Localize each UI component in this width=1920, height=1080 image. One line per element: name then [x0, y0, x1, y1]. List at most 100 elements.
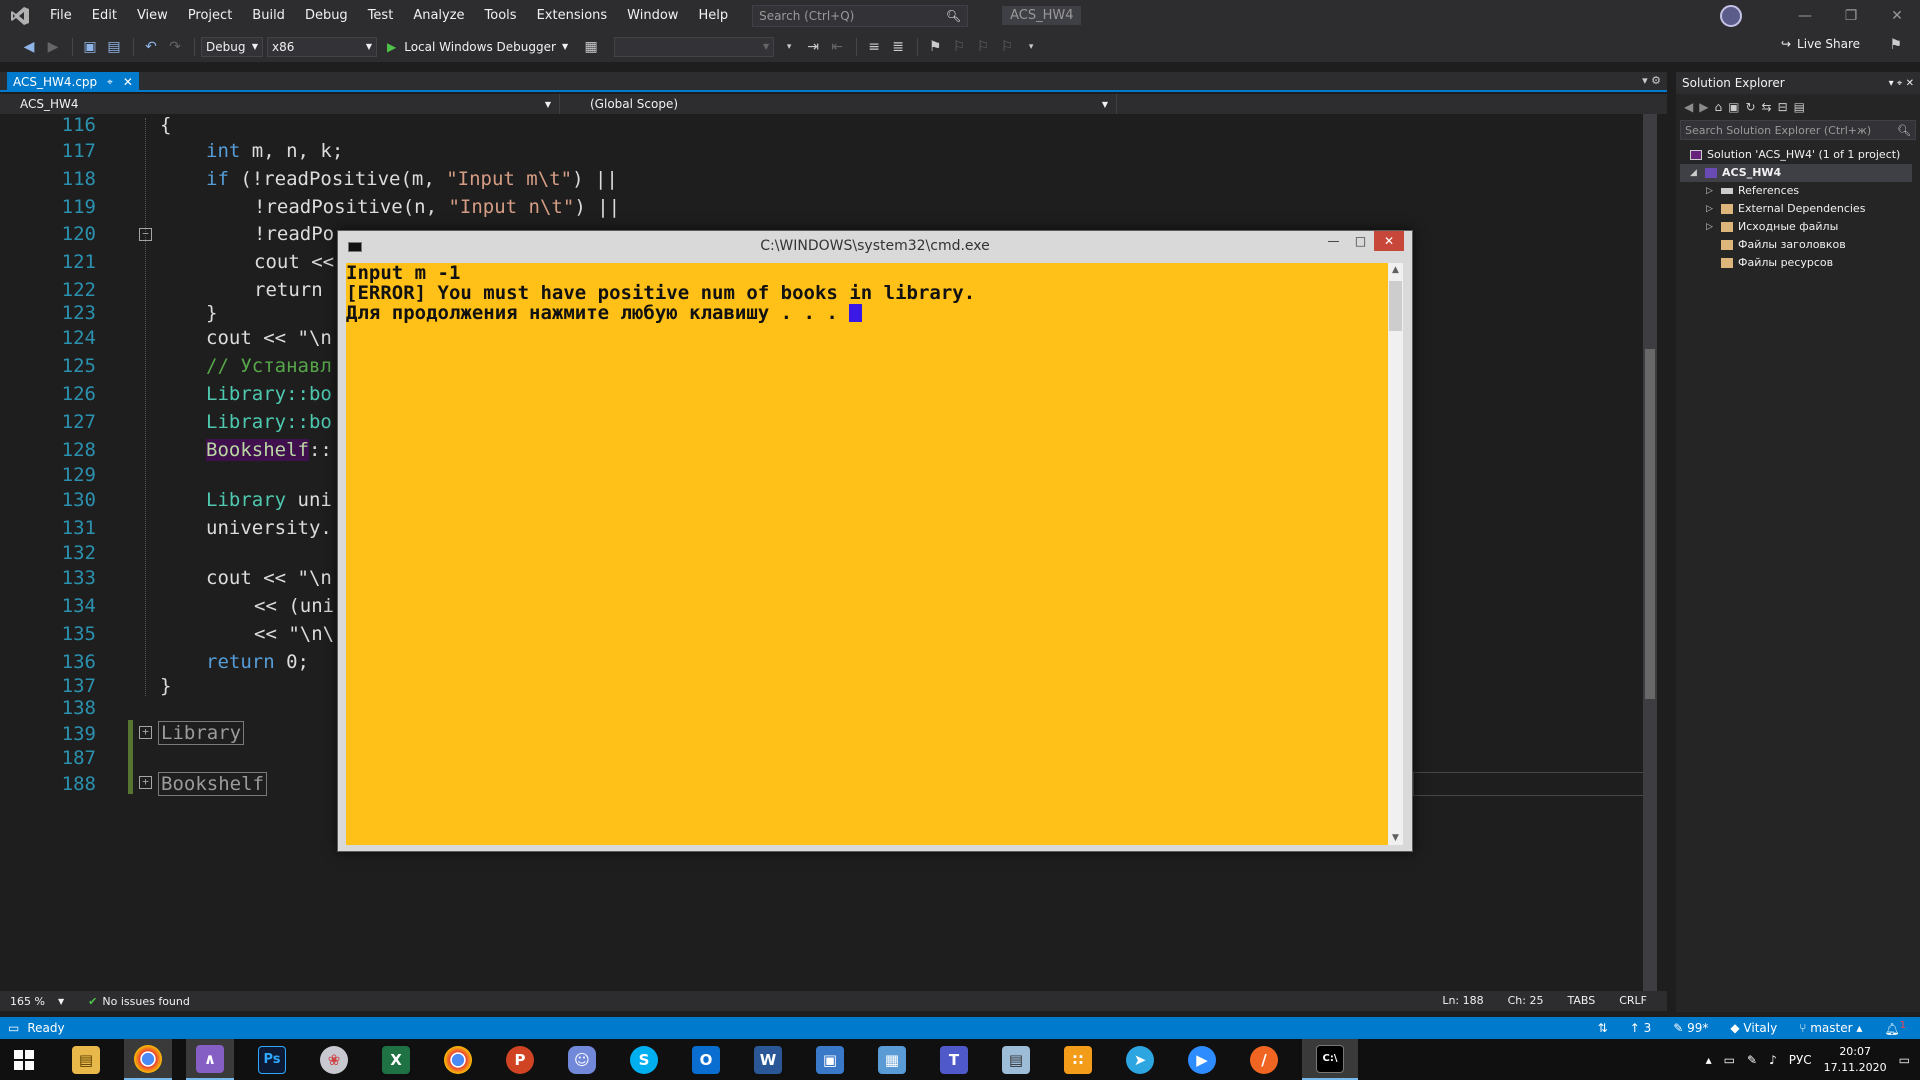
git-sync-icon[interactable]: ⇅	[1598, 1021, 1608, 1035]
scrollbar-thumb[interactable]	[1389, 281, 1402, 331]
excel-icon[interactable]: X	[372, 1039, 420, 1080]
scroll-up-icon[interactable]: ▲	[1388, 265, 1403, 275]
volume-icon[interactable]: ♪	[1769, 1053, 1777, 1067]
chevron-down-icon[interactable]: ▼	[58, 997, 64, 1006]
maximize-button[interactable]: ❐	[1828, 0, 1874, 31]
network-status-icon[interactable]: ▭	[1724, 1053, 1735, 1067]
tab-overflow-icon[interactable]: ▾ ⚙	[1642, 72, 1661, 90]
repository-user[interactable]: ◆ Vitaly	[1730, 1021, 1777, 1035]
step-into-icon[interactable]: ⇥	[802, 36, 824, 58]
expand-toggle[interactable]: +	[139, 776, 152, 789]
zoom-level[interactable]: 165 %	[0, 995, 58, 1008]
menu-window[interactable]: Window	[617, 0, 688, 31]
fold-toggle[interactable]: −	[139, 228, 152, 241]
expand-toggle[interactable]: +	[139, 726, 152, 739]
cmd-minimize-button[interactable]: —	[1320, 231, 1347, 251]
uncomment-icon[interactable]: ≣	[887, 36, 909, 58]
navigate-back-icon[interactable]: ◀	[18, 36, 40, 58]
cmd-close-button[interactable]: ✕	[1374, 231, 1404, 251]
outlook-icon[interactable]: O	[682, 1039, 730, 1080]
menu-edit[interactable]: Edit	[82, 0, 127, 31]
menu-build[interactable]: Build	[242, 0, 295, 31]
menu-test[interactable]: Test	[358, 0, 404, 31]
collapsed-region[interactable]: Bookshelf	[158, 772, 267, 796]
menu-analyze[interactable]: Analyze	[403, 0, 474, 31]
discord-icon[interactable]: ☺	[558, 1039, 606, 1080]
chrome-alt-icon[interactable]	[434, 1039, 482, 1080]
navigate-forward-icon[interactable]: ▶	[42, 36, 64, 58]
panel-controls-icon[interactable]: ▾ ⌖ ✕	[1889, 78, 1914, 89]
editor-vertical-scrollbar[interactable]	[1643, 114, 1657, 991]
project-scope-select[interactable]: ACS_HW4 ▼	[0, 94, 560, 114]
word-icon[interactable]: W	[744, 1039, 792, 1080]
pending-commits[interactable]: ↑ 3	[1630, 1021, 1652, 1035]
file-explorer-icon[interactable]: ▤	[62, 1039, 110, 1080]
menu-extensions[interactable]: Extensions	[527, 0, 618, 31]
remote-desktop-icon[interactable]: ▦	[868, 1039, 916, 1080]
telegram-icon[interactable]: ➤	[1116, 1039, 1164, 1080]
toolbar-overflow-icon[interactable]: ▾	[1020, 36, 1042, 58]
sync-icon[interactable]: ⇆	[1762, 100, 1772, 114]
back-icon[interactable]: ◀	[1684, 100, 1693, 114]
zoom-icon[interactable]: ▶	[1178, 1039, 1226, 1080]
feedback-icon[interactable]: ⚑	[1889, 37, 1902, 53]
tree-item-source-files[interactable]: ▷ Исходные файлы	[1706, 218, 1838, 236]
minimize-button[interactable]: —	[1782, 0, 1828, 31]
photoshop-icon[interactable]: Ps	[248, 1039, 296, 1080]
step-over-icon[interactable]: ⇤	[826, 36, 848, 58]
bookmark-icon[interactable]: ⚑	[924, 36, 946, 58]
cmd-window[interactable]: C:\WINDOWS\system32\cmd.exe — □ ✕ Input …	[337, 230, 1413, 852]
history-icon[interactable]: ↻	[1745, 100, 1755, 114]
scrollbar-thumb[interactable]	[1645, 349, 1655, 699]
solution-explorer-search-input[interactable]: Search Solution Explorer (Ctrl+ж) 🔍︎	[1680, 120, 1916, 140]
menu-project[interactable]: Project	[178, 0, 242, 31]
next-bookmark-icon[interactable]: ⚐	[972, 36, 994, 58]
tree-item-header-files[interactable]: Файлы заголовков	[1721, 236, 1846, 254]
skype-icon[interactable]: S	[620, 1039, 668, 1080]
action-center-icon[interactable]: ▭	[1899, 1053, 1910, 1067]
menu-debug[interactable]: Debug	[295, 0, 358, 31]
terminal-app-icon[interactable]: /	[1240, 1039, 1288, 1080]
menu-tools[interactable]: Tools	[475, 0, 527, 31]
account-avatar[interactable]	[1720, 4, 1742, 27]
save-icon[interactable]: ▣	[79, 36, 101, 58]
branch-selector[interactable]: ⑂ master ▴	[1799, 1021, 1862, 1035]
global-scope-select[interactable]: (Global Scope) ▼	[560, 94, 1117, 114]
collapsed-arrow-icon[interactable]: ▷	[1706, 218, 1716, 236]
live-share-button[interactable]: ↪ Live Share	[1781, 37, 1860, 51]
show-all-files-icon[interactable]: ▤	[1794, 100, 1805, 114]
console-output[interactable]: Input m -1 [ERROR] You must have positiv…	[346, 263, 1389, 845]
redo-icon[interactable]: ↷	[164, 36, 186, 58]
visual-studio-icon[interactable]: ∧	[186, 1039, 234, 1080]
configuration-select[interactable]: Debug ▼	[201, 36, 263, 57]
collapse-all-icon[interactable]: ⊟	[1778, 100, 1788, 114]
pending-changes[interactable]: ✎ 99*	[1673, 1021, 1708, 1035]
close-button[interactable]: ✕	[1874, 0, 1920, 31]
menu-file[interactable]: File	[40, 0, 82, 31]
startup-item-select[interactable]: ▼	[614, 36, 775, 57]
pin-icon[interactable]: ⌖	[107, 77, 113, 88]
forward-icon[interactable]: ▶	[1699, 100, 1708, 114]
cmd-maximize-button[interactable]: □	[1347, 231, 1374, 251]
menu-help[interactable]: Help	[688, 0, 738, 31]
clear-bookmarks-icon[interactable]: ⚐	[996, 36, 1018, 58]
cmd-vertical-scrollbar[interactable]: ▲ ▼	[1388, 263, 1403, 845]
home-icon[interactable]: ⌂	[1714, 100, 1722, 114]
comment-icon[interactable]: ≡	[863, 36, 885, 58]
prev-bookmark-icon[interactable]: ⚐	[948, 36, 970, 58]
cmd-title-bar[interactable]: C:\WINDOWS\system32\cmd.exe — □ ✕	[338, 231, 1412, 262]
cmd-icon[interactable]: C:\	[1302, 1039, 1358, 1080]
start-button[interactable]	[0, 1039, 48, 1080]
browse-icon[interactable]: ▦	[580, 36, 602, 58]
paint-icon[interactable]: ❀	[310, 1039, 358, 1080]
input-language[interactable]: РУС	[1789, 1053, 1812, 1067]
computer-icon[interactable]: ▣	[806, 1039, 854, 1080]
collapsed-arrow-icon[interactable]: ▷	[1706, 200, 1716, 218]
quick-search-input[interactable]: Search (Ctrl+Q) 🔍︎	[752, 4, 969, 27]
teams-icon[interactable]: T	[930, 1039, 978, 1080]
close-tab-icon[interactable]: ✕	[123, 75, 133, 89]
tree-solution[interactable]: Solution 'ACS_HW4' (1 of 1 project)	[1690, 146, 1900, 164]
notifications-icon[interactable]: 🔔︎1	[1884, 1020, 1906, 1036]
tree-item-references[interactable]: ▷ References	[1706, 182, 1799, 200]
save-all-icon[interactable]: ▤	[103, 36, 125, 58]
